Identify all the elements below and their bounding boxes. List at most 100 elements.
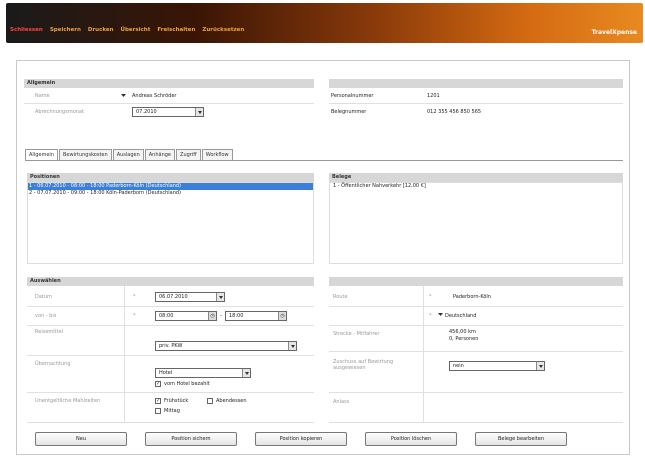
toolbar-menu: Schliessen Speichern Drucken Übersicht F…: [6, 3, 251, 33]
clock-icon[interactable]: ◷: [278, 312, 286, 320]
land-dropdown-icon[interactable]: [437, 312, 443, 318]
new-button[interactable]: Neu: [35, 432, 127, 446]
list-item[interactable]: 1 - Öffentlicher Nahverkehr [12,00 €]: [330, 183, 622, 190]
required-marker: *: [133, 313, 136, 319]
chevron-down-icon[interactable]: [288, 342, 296, 350]
divider: [27, 355, 314, 356]
menu-item-schliessen[interactable]: Schliessen: [10, 27, 43, 33]
menu-item-drucken[interactable]: Drucken: [88, 27, 114, 33]
tab-anhaenge[interactable]: Anhänge: [144, 149, 176, 160]
mittag-label: Mittag: [164, 408, 180, 414]
mittag-checkbox[interactable]: [155, 408, 161, 414]
copy-position-button[interactable]: Position kopieren: [255, 432, 347, 446]
tab-workflow[interactable]: Workflow: [201, 149, 233, 160]
clock-icon[interactable]: ◷: [208, 312, 216, 320]
menu-item-zuruecksetzen[interactable]: Zurücksetzen: [202, 27, 244, 33]
name-dropdown-icon[interactable]: [121, 93, 126, 98]
required-marker: *: [133, 294, 136, 300]
personal-value: 1201: [427, 93, 440, 99]
divider: [27, 306, 314, 307]
divider: [329, 351, 623, 352]
beleg-value: 012 355 456 850 565: [427, 109, 482, 115]
month-select[interactable]: 07.2010: [132, 107, 204, 117]
divider: [329, 325, 623, 326]
strecke-label: Strecke - Mitfahrer: [333, 331, 380, 337]
uebernachtung-label: Übernachtung: [35, 361, 71, 367]
menu-item-freischalten[interactable]: Freischalten: [157, 27, 195, 33]
tab-divider: [25, 160, 623, 161]
abendessen-checkbox[interactable]: [207, 398, 213, 404]
datum-input[interactable]: 06.07.2010: [155, 292, 225, 302]
menu-item-uebersicht[interactable]: Übersicht: [121, 27, 151, 33]
fruehstueck-label: Frühstück: [164, 398, 189, 404]
save-position-button[interactable]: Position sichern: [145, 432, 237, 446]
app-logo: TravelXpense: [591, 29, 637, 36]
allgemein-right-header: [329, 79, 623, 88]
uebernachtung-value: Hotel: [159, 370, 173, 376]
route-label: Route: [333, 294, 348, 300]
zuschuss-value: nein: [453, 363, 464, 369]
tab-allgemein[interactable]: Allgemein: [25, 149, 58, 160]
list-item[interactable]: 2 - 07.07.2010 - 09:00 - 18:00 Köln-Pade…: [28, 190, 313, 197]
anlass-label: Anlass: [333, 399, 350, 405]
positionen-list[interactable]: 1 - 06.07.2010 - 08:00 - 18:00 Paderborn…: [27, 182, 314, 264]
list-item[interactable]: 1 - 06.07.2010 - 08:00 - 18:00 Paderborn…: [28, 183, 313, 190]
required-marker: *: [429, 313, 432, 319]
divider: [329, 306, 623, 307]
strecke-value: 456,00 km: [449, 329, 476, 335]
von-value: 08:00: [159, 313, 174, 319]
bis-input[interactable]: 18:00 ◷: [225, 311, 287, 321]
land-value: Deutschland: [445, 313, 477, 319]
divider: [27, 422, 314, 423]
abendessen-label: Abendessen: [216, 398, 247, 404]
allgemein-header: Allgemein: [24, 79, 314, 88]
reisemittel-label: Reisemittel: [35, 329, 64, 335]
divider: [329, 392, 623, 393]
hotel-paid-checkbox[interactable]: ✓: [155, 381, 161, 387]
von-bis-label: von - bis: [35, 313, 57, 319]
date-label: Abrechnungsmonat: [35, 109, 84, 115]
chevron-down-icon[interactable]: [195, 108, 203, 116]
divider: [27, 392, 314, 393]
hotel-paid-label: vom Hotel bezahlt: [164, 381, 210, 387]
required-marker: *: [429, 294, 432, 300]
fruehstueck-checkbox[interactable]: ✓: [155, 398, 161, 404]
route-value: Paderborn-Köln: [453, 294, 491, 300]
mahlzeiten-label: Unentgeltliche Mahlzeiten: [35, 398, 101, 404]
chevron-down-icon[interactable]: [242, 369, 250, 377]
range-separator: -: [220, 313, 222, 319]
zuschuss-label: Zuschuss auf Bewirtung ausgewiesen: [333, 359, 394, 371]
edit-receipts-button[interactable]: Belege bearbeiten: [475, 432, 567, 446]
divider: [329, 422, 623, 423]
reisemittel-select[interactable]: priv. PKW: [155, 341, 297, 351]
belege-list[interactable]: 1 - Öffentlicher Nahverkehr [12,00 €]: [329, 182, 623, 264]
auswahl-header: Auswählen: [27, 277, 314, 286]
column-divider: [124, 286, 125, 422]
datum-value: 06.07.2010: [159, 294, 188, 300]
reisemittel-value: priv. PKW: [159, 343, 183, 349]
name-label: Name: [35, 93, 50, 99]
month-value: 07.2010: [136, 109, 157, 115]
tab-bewirtungskosten[interactable]: Bewirtungskosten: [58, 149, 112, 160]
belege-header: Belege: [329, 173, 623, 182]
personal-label: Personalnummer: [331, 93, 374, 99]
divider: [329, 103, 623, 104]
main-panel: Allgemein Name Andreas Schröder Abrechnu…: [16, 60, 630, 455]
bis-value: 18:00: [229, 313, 244, 319]
delete-position-button[interactable]: Position löschen: [365, 432, 457, 446]
calendar-dropdown-icon[interactable]: [216, 293, 224, 301]
von-input[interactable]: 08:00 ◷: [155, 311, 217, 321]
divider: [24, 103, 314, 104]
menu-item-speichern[interactable]: Speichern: [50, 27, 81, 33]
uebernachtung-select[interactable]: Hotel: [155, 368, 251, 378]
column-divider: [423, 286, 424, 422]
datum-label: Datum: [35, 294, 52, 300]
zuschuss-select[interactable]: nein: [449, 361, 545, 371]
divider: [27, 325, 314, 326]
chevron-down-icon[interactable]: [536, 362, 544, 370]
tab-auslagen[interactable]: Auslagen: [112, 149, 144, 160]
name-value: Andreas Schröder: [132, 93, 177, 99]
beleg-label: Belegnummer: [331, 109, 367, 115]
tab-zugriff[interactable]: Zugriff: [176, 149, 201, 160]
tab-bar: Allgemein Bewirtungskosten Auslagen Anhä…: [25, 149, 234, 160]
